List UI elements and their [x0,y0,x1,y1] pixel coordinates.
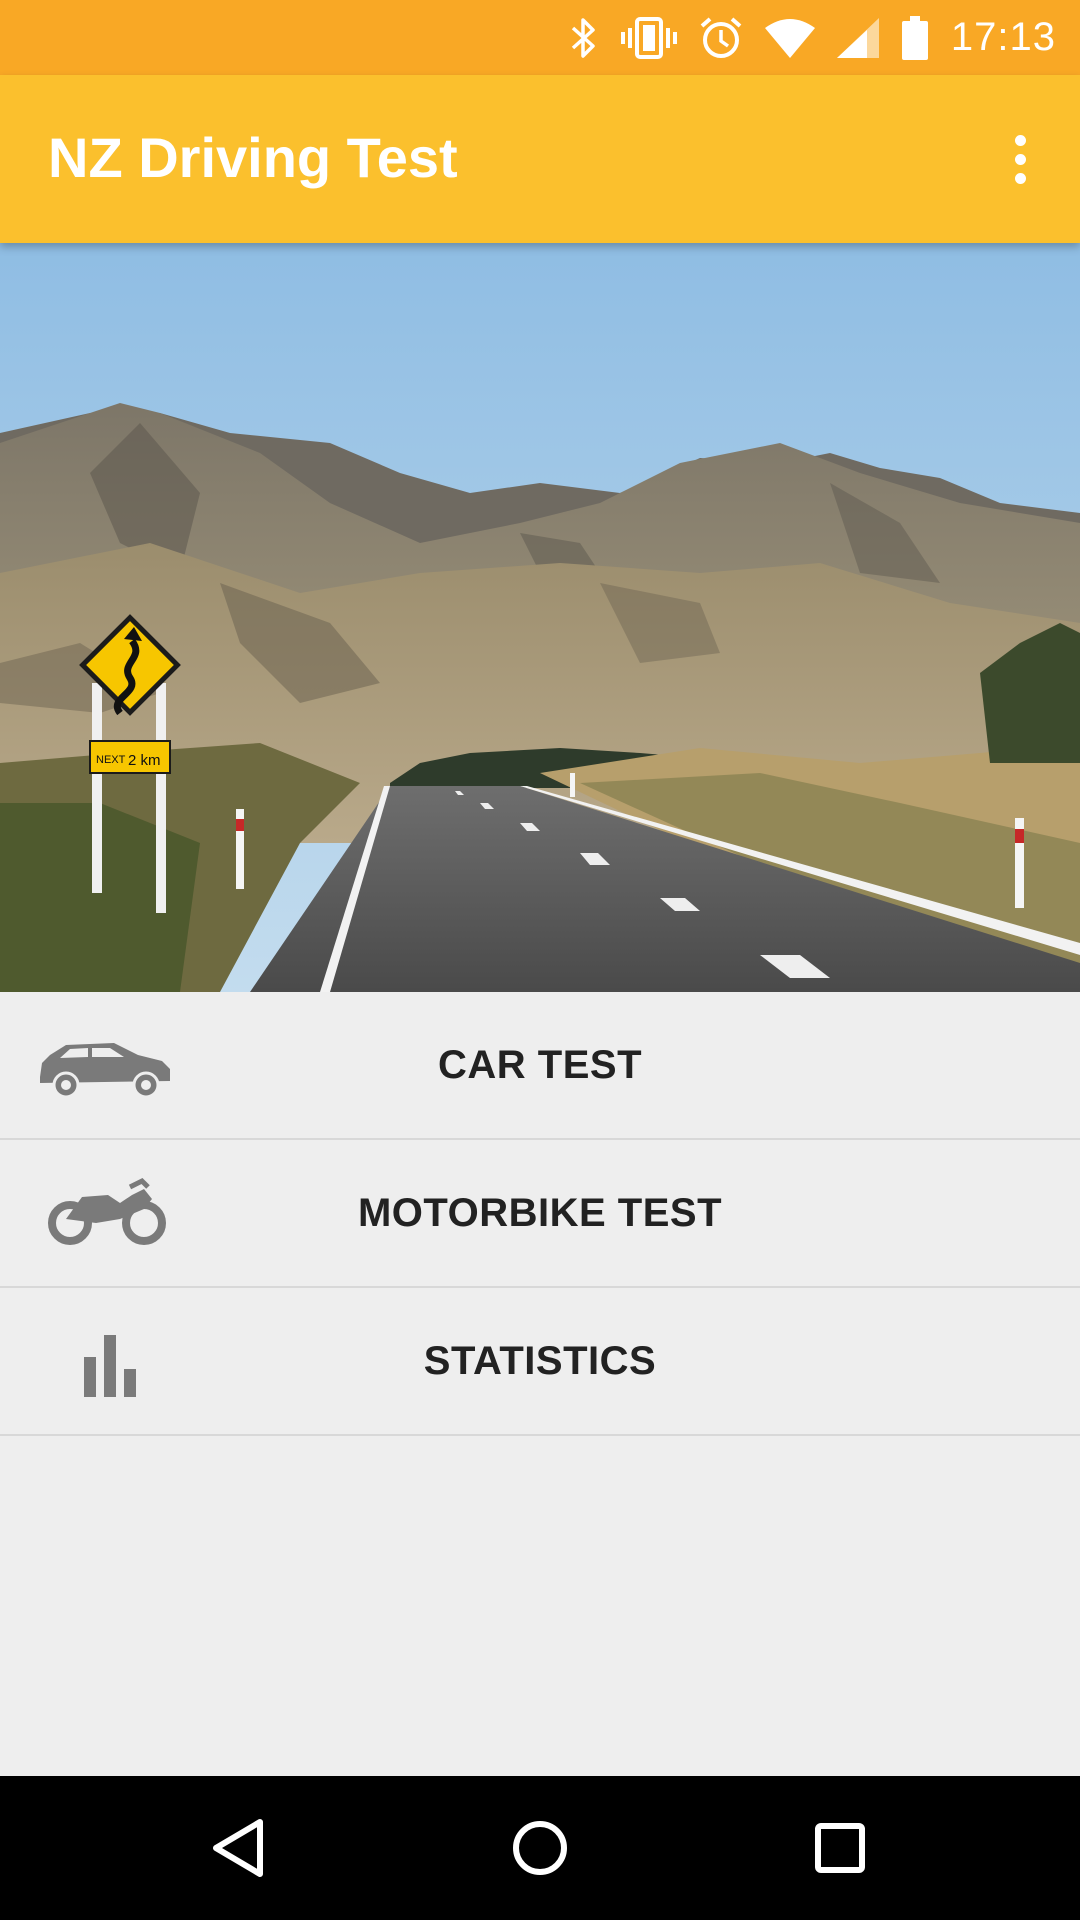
road-landscape-illustration: NEXT 2 km [0,243,1080,992]
vibrate-icon [620,16,677,59]
hero-image: NEXT 2 km [0,243,1080,992]
back-icon[interactable] [200,1808,280,1888]
wifi-icon [764,18,815,58]
main-menu: CAR TEST MOTORBIKE TEST STATISTICS [0,992,1080,1436]
sign-next-text: NEXT [96,754,126,766]
recents-icon[interactable] [800,1808,880,1888]
home-icon[interactable] [500,1808,580,1888]
motorbike-test-label: MOTORBIKE TEST [357,1191,723,1235]
signal-icon [836,17,879,58]
app-title: NZ Driving Test [48,126,458,189]
clock-time: 17:13 [950,15,1056,59]
navigation-bar [0,1776,1080,1920]
alarm-icon [700,16,742,58]
status-icons: 17:13 [569,0,1056,75]
statistics-label: STATISTICS [423,1339,657,1383]
sign-distance-text: 2 km [128,752,161,769]
motorbike-test-button[interactable]: MOTORBIKE TEST [0,1140,1080,1288]
car-test-label: CAR TEST [438,1043,642,1087]
statistics-button[interactable]: STATISTICS [0,1288,1080,1436]
status-bar: 17:13 [0,0,1080,75]
car-test-button[interactable]: CAR TEST [0,992,1080,1140]
app-bar: NZ Driving Test [0,75,1080,243]
more-vert-icon[interactable] [990,129,1050,189]
bluetooth-icon [571,17,595,58]
battery-icon [901,15,928,60]
